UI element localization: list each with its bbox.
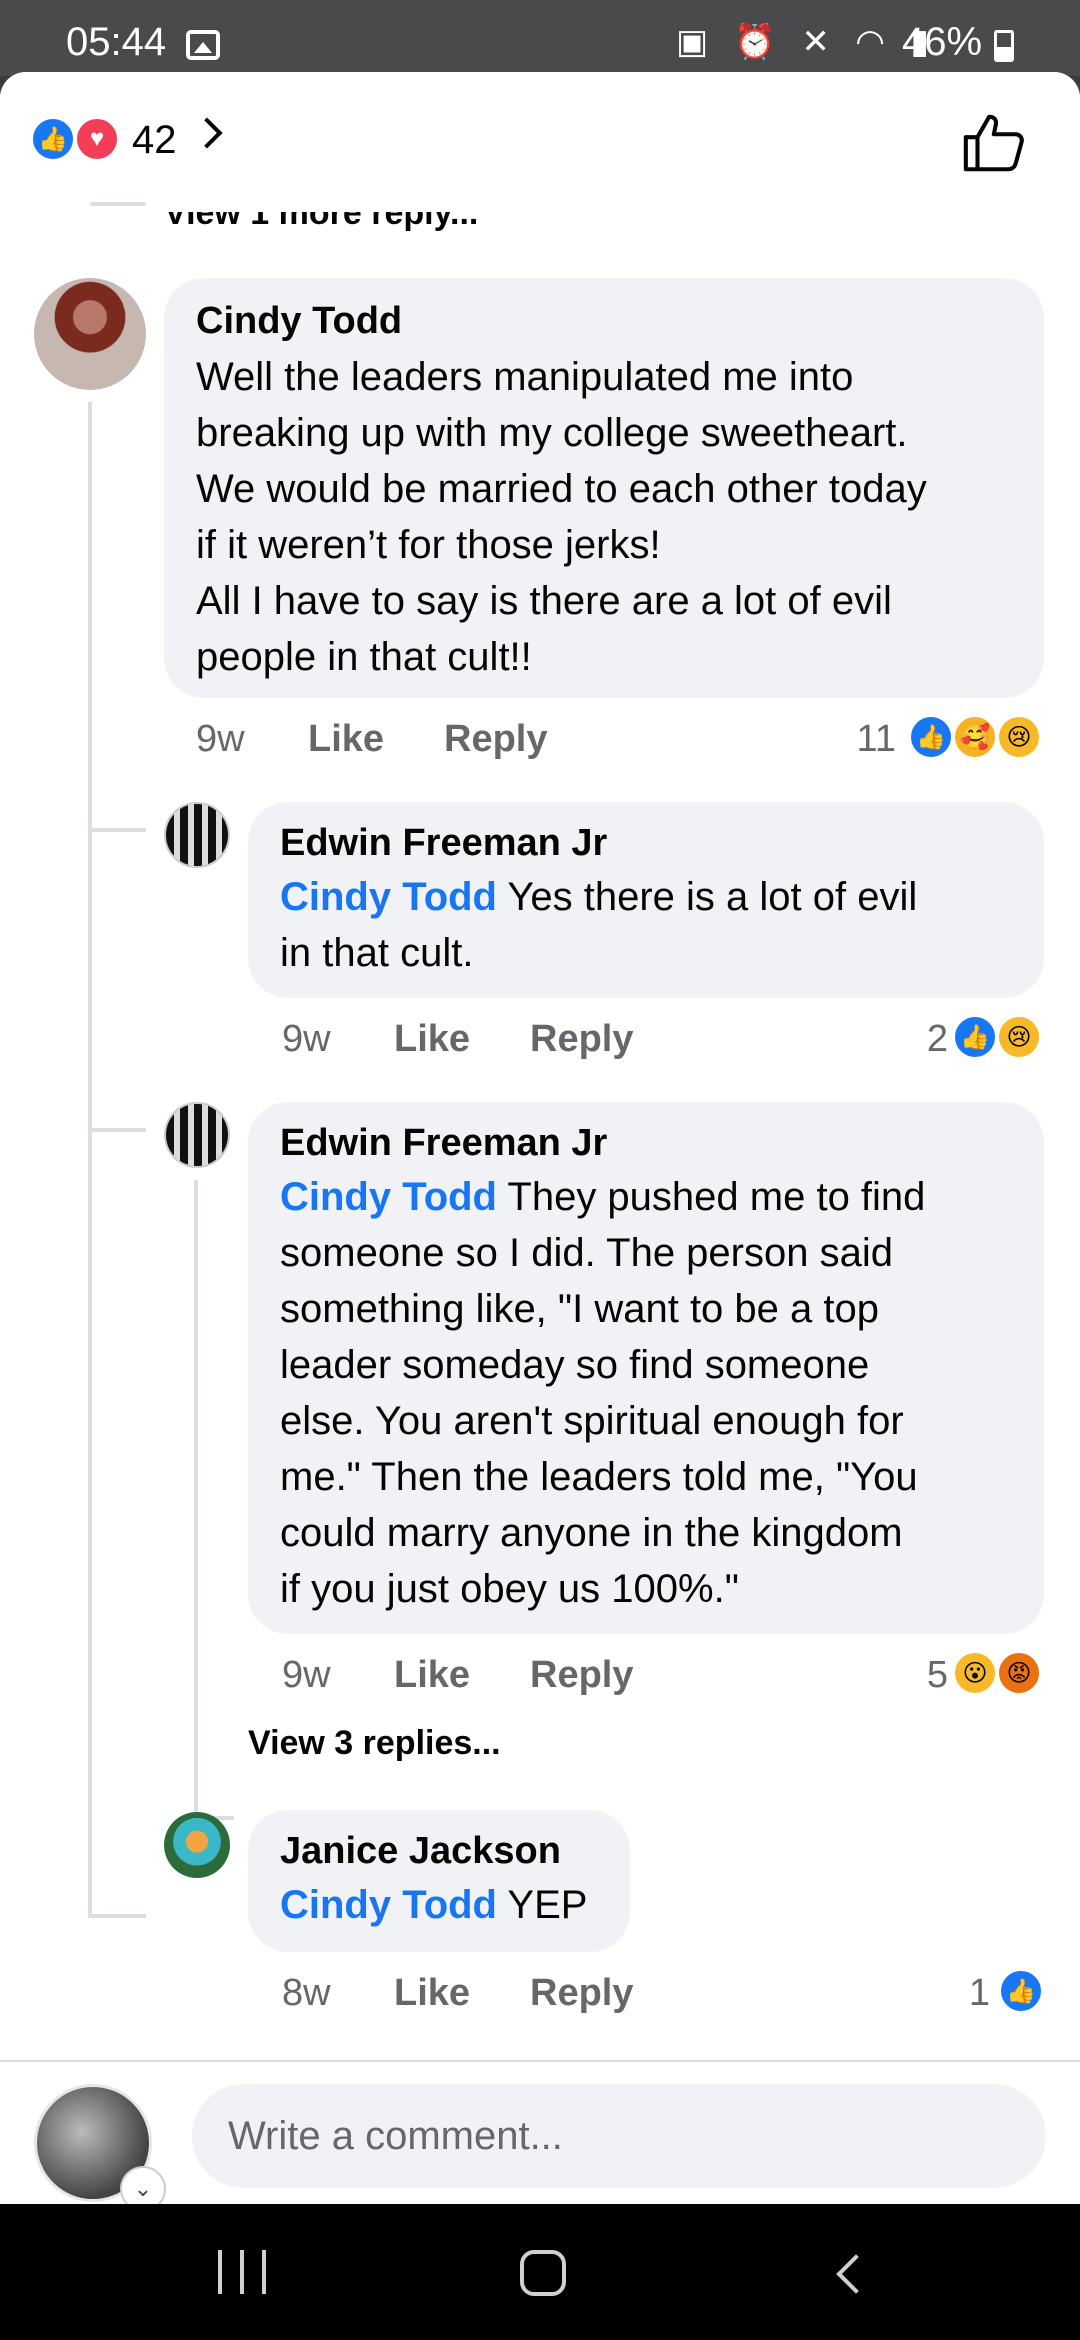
reply-text-line: something like, "I want to be a top <box>280 1287 879 1331</box>
comment-text-line: Well the leaders manipulated me into <box>196 355 854 399</box>
status-icons: ▣ ⏰ ✕ ◠ ▮ <box>676 23 938 61</box>
thread-connector <box>90 202 146 206</box>
reaction-summary-header: 👍 ♥ 42 <box>0 72 1080 202</box>
reply-text-line: else. You aren't spiritual enough for <box>280 1399 904 1443</box>
comment-text-line: All I have to say is there are a lot of … <box>196 579 892 623</box>
like-reaction-icon: 👍 <box>30 116 76 162</box>
reply-body: Cindy Todd Yes there is a lot of evil in… <box>280 869 1012 981</box>
like-button[interactable]: Like <box>394 1018 470 1061</box>
reply-bubble: Edwin Freeman Jr Cindy Todd They pushed … <box>248 1102 1044 1634</box>
reply-text-line: Cindy Todd YEP <box>280 1877 598 1933</box>
reply-author[interactable]: Edwin Freeman Jr <box>280 822 1012 865</box>
reply-button[interactable]: Reply <box>530 1972 633 2015</box>
reply-reaction-count[interactable]: 2 <box>900 1018 948 1061</box>
reply-timestamp: 9w <box>282 1654 331 1696</box>
reply-text: YEP <box>497 1883 588 1927</box>
like-reaction-icon: 👍 <box>908 714 954 760</box>
like-reaction-icon: 👍 <box>952 1014 998 1060</box>
comment-input[interactable] <box>192 2084 1046 2188</box>
care-reaction-icon: 🥰 <box>952 714 998 760</box>
comment-text-line: people in that cult!! <box>196 635 532 679</box>
view-replies-link[interactable]: View 3 replies... <box>248 1724 501 1763</box>
battery-percent: 46% <box>902 20 983 64</box>
avatar[interactable] <box>164 1102 230 1168</box>
comment-reaction-count[interactable]: 11 <box>840 718 896 761</box>
comment-author[interactable]: Cindy Todd <box>196 300 1012 343</box>
thread-connector <box>88 1128 146 1132</box>
reply-button[interactable]: Reply <box>530 1654 633 1697</box>
comment-bubble: Cindy Todd Well the leaders manipulated … <box>164 278 1044 698</box>
reply-reaction-count[interactable]: 1 <box>940 1972 990 2015</box>
reply-actions: 9w Like Reply <box>282 1018 682 1066</box>
reply-text-line: could marry anyone in the kingdom <box>280 1511 903 1555</box>
thread-connector <box>88 1914 146 1918</box>
avatar[interactable] <box>34 278 146 390</box>
reply-timestamp: 9w <box>282 1018 331 1060</box>
sad-reaction-icon: 😢 <box>996 714 1042 760</box>
reply-button[interactable]: Reply <box>444 718 547 761</box>
reply-bubble: Janice Jackson Cindy Todd YEP <box>248 1810 630 1952</box>
status-bar: 05:44 ▣ ⏰ ✕ ◠ ▮ 46% <box>0 0 1080 76</box>
reply-text-line: Cindy Todd Yes there is a lot of evil <box>280 869 1012 925</box>
like-button[interactable]: Like <box>394 1654 470 1697</box>
reply-author[interactable]: Janice Jackson <box>280 1830 598 1873</box>
home-icon[interactable] <box>520 2250 566 2296</box>
angry-reaction-icon: 😡 <box>996 1650 1042 1696</box>
like-reaction-icon: 👍 <box>998 1968 1044 2014</box>
recents-icon[interactable] <box>218 2250 266 2294</box>
comment-body: Well the leaders manipulated me into bre… <box>196 349 1012 685</box>
sad-reaction-icon: 😢 <box>996 1014 1042 1060</box>
comment-text-line: if it weren’t for those jerks! <box>196 523 661 567</box>
thread-line <box>88 402 92 1918</box>
chevron-right-icon[interactable] <box>191 117 223 149</box>
reply-text-line: Cindy Todd They pushed me to find <box>280 1169 1012 1225</box>
reaction-count[interactable]: 42 <box>132 118 177 163</box>
comment-text-line: breaking up with my college sweetheart. <box>196 411 908 455</box>
status-time: 05:44 <box>66 20 167 64</box>
avatar[interactable] <box>164 1812 230 1878</box>
comments-sheet: 👍 ♥ 42 View 1 more reply... Cindy Todd W… <box>0 72 1080 2204</box>
reply-reaction-count[interactable]: 5 <box>900 1654 948 1697</box>
system-nav-bar <box>0 2204 1080 2340</box>
reply-body: Cindy Todd YEP <box>280 1877 598 1933</box>
wow-reaction-icon: 😮 <box>952 1650 998 1696</box>
reply-text-line: if you just obey us 100%." <box>280 1567 739 1611</box>
reply-text-line: me." Then the leaders told me, "You <box>280 1455 918 1499</box>
comment-timestamp: 9w <box>196 718 245 760</box>
reply-text: Yes there is a lot of evil <box>497 875 918 919</box>
gallery-icon <box>186 30 220 60</box>
reply-text: They pushed me to find <box>497 1175 926 1219</box>
love-reaction-icon: ♥ <box>74 116 120 162</box>
avatar[interactable] <box>164 802 230 868</box>
reply-text-line: someone so I did. The person said <box>280 1231 893 1275</box>
reply-timestamp: 8w <box>282 1972 331 2014</box>
back-icon[interactable] <box>836 2254 876 2294</box>
mention-link[interactable]: Cindy Todd <box>280 875 497 919</box>
reply-button[interactable]: Reply <box>530 1018 633 1061</box>
comment-composer: ⌄ <box>0 2060 1080 2204</box>
comment-actions: 9w Like Reply <box>196 718 596 766</box>
reply-text-line: in that cult. <box>280 931 474 975</box>
like-button[interactable]: Like <box>394 1972 470 2015</box>
reply-bubble: Edwin Freeman Jr Cindy Todd Yes there is… <box>248 802 1044 998</box>
chevron-down-icon[interactable]: ⌄ <box>120 2166 166 2204</box>
reply-actions: 8w Like Reply <box>282 1972 682 2020</box>
reply-author[interactable]: Edwin Freeman Jr <box>280 1122 1012 1165</box>
like-button[interactable]: Like <box>308 718 384 761</box>
thread-line <box>194 1180 198 1820</box>
thumbs-up-outline-icon[interactable] <box>960 108 1030 178</box>
mention-link[interactable]: Cindy Todd <box>280 1883 497 1927</box>
comment-text-line: We would be married to each other today <box>196 467 927 511</box>
reply-body: Cindy Todd They pushed me to find someon… <box>280 1169 1012 1617</box>
thread-connector <box>88 828 146 832</box>
battery-icon <box>994 30 1014 62</box>
reply-text-line: leader someday so find someone <box>280 1343 870 1387</box>
reply-actions: 9w Like Reply <box>282 1654 682 1702</box>
mention-link[interactable]: Cindy Todd <box>280 1175 497 1219</box>
